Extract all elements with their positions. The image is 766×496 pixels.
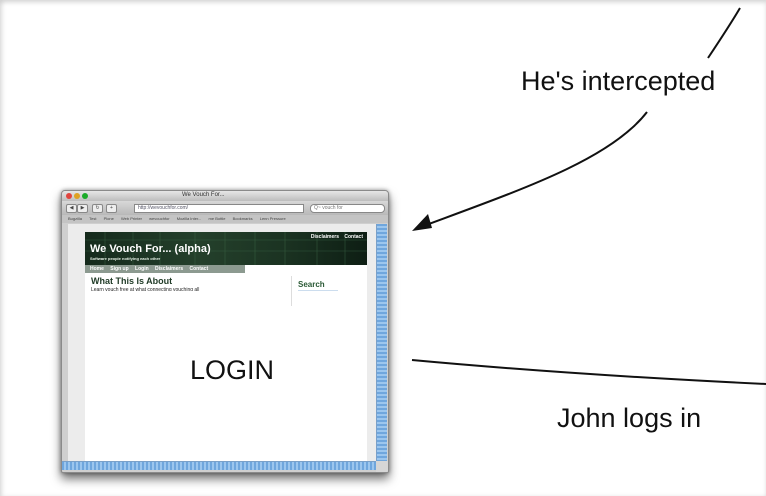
browser-window: We Vouch For... ◀ ▶ ↻ + http://wevouchfo… bbox=[61, 190, 389, 473]
bookmark-item[interactable]: wevouchfor bbox=[149, 216, 169, 221]
forward-button[interactable]: ▶ bbox=[77, 204, 88, 213]
john-logs-in-label: John logs in bbox=[557, 403, 702, 433]
reload-button[interactable]: ↻ bbox=[92, 204, 103, 213]
site-banner: Disclaimers Contact We Vouch For... (alp… bbox=[85, 232, 367, 265]
bookmark-item[interactable]: Bookmarks bbox=[233, 216, 253, 221]
site-nav: Home Sign up Login Disclaimers Contact bbox=[85, 265, 245, 273]
resize-handle[interactable] bbox=[376, 461, 388, 472]
bookmark-item[interactable]: Lenn Pressure bbox=[260, 216, 286, 221]
arrow-head bbox=[412, 214, 432, 231]
bookmark-item[interactable]: Bugzilla bbox=[68, 216, 82, 221]
nav-item-home[interactable]: Home bbox=[90, 266, 104, 272]
nav-item-login[interactable]: Login bbox=[135, 266, 149, 272]
window-titlebar: We Vouch For... bbox=[62, 191, 388, 201]
content-heading: What This Is About bbox=[91, 276, 173, 286]
banner-link-disclaimers[interactable]: Disclaimers bbox=[311, 234, 339, 240]
bookmarks-bar: Bugzilla Test Plone Web Printer wevouchf… bbox=[62, 215, 388, 223]
nav-item-sign-up[interactable]: Sign up bbox=[110, 266, 128, 272]
nav-item-disclaimers[interactable]: Disclaimers bbox=[155, 266, 183, 272]
bookmark-item[interactable]: Web Printer bbox=[121, 216, 142, 221]
bookmark-item[interactable]: Test bbox=[89, 216, 96, 221]
sidebar-rule bbox=[298, 290, 338, 291]
search-input[interactable]: Q~ vouch for bbox=[310, 204, 385, 213]
site-page: Disclaimers Contact We Vouch For... (alp… bbox=[85, 232, 367, 461]
intercepted-label: He's intercepted bbox=[521, 66, 716, 96]
arrow-from-browser bbox=[411, 359, 766, 385]
bookmark-item[interactable]: me Bottle bbox=[209, 216, 226, 221]
vertical-scrollbar[interactable] bbox=[376, 224, 387, 461]
sidebar-divider bbox=[291, 276, 292, 306]
browser-toolbar: ◀ ▶ ↻ + http://wevouchfor.com/ Q~ vouch … bbox=[62, 201, 388, 215]
add-bookmark-button[interactable]: + bbox=[106, 204, 117, 213]
horizontal-scrollbar[interactable] bbox=[62, 461, 376, 470]
banner-link-contact[interactable]: Contact bbox=[344, 234, 363, 240]
close-icon[interactable] bbox=[66, 193, 72, 199]
url-input[interactable]: http://wevouchfor.com/ bbox=[134, 204, 304, 213]
bookmark-item[interactable]: Plone bbox=[104, 216, 114, 221]
arrow-to-browser bbox=[417, 111, 648, 229]
minimize-icon[interactable] bbox=[74, 193, 80, 199]
browser-viewport: Disclaimers Contact We Vouch For... (alp… bbox=[68, 224, 376, 461]
bookmark-item[interactable]: Mozilla Inter... bbox=[177, 216, 202, 221]
back-button[interactable]: ◀ bbox=[66, 204, 77, 213]
window-title: We Vouch For... bbox=[182, 192, 225, 198]
content-text: Learn vouch free at what connecting vouc… bbox=[91, 287, 200, 291]
zoom-icon[interactable] bbox=[82, 193, 88, 199]
login-overlay-label: LOGIN bbox=[190, 355, 275, 385]
site-title: We Vouch For... (alpha) bbox=[90, 243, 211, 255]
sidebar-search-heading: Search bbox=[298, 280, 325, 289]
arrow-top-stub bbox=[707, 7, 741, 59]
nav-item-contact[interactable]: Contact bbox=[190, 266, 209, 272]
site-subtitle: Software people notifying each other bbox=[90, 256, 161, 261]
banner-links: Disclaimers Contact bbox=[307, 234, 363, 240]
